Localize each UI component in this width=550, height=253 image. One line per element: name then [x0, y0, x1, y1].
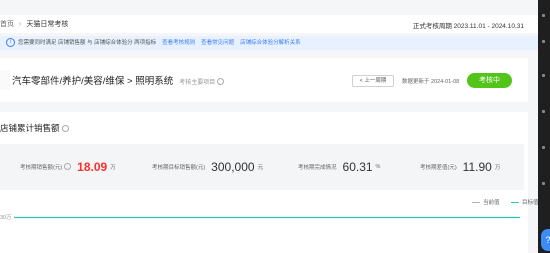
info-icon: i [6, 38, 15, 48]
breadcrumb: 首页 › 天猫日常考核 [0, 19, 68, 29]
assessment-period: 正式考核周期 2023.11.01 - 2024.10.31 [413, 20, 524, 30]
section-title-text: 店铺累计销售额 [0, 123, 60, 133]
metric-target: 考核期目标销售额(元) 300,000 元 [152, 158, 263, 176]
side-scrollbar [538, 0, 550, 253]
metric-difference: 考核期差值(元) 11.90 万 [420, 158, 500, 176]
metric-value: 60.31 [342, 159, 373, 174]
notice-link-rules[interactable]: 查看考核规则 [162, 40, 195, 46]
metric-value: 11.90 [462, 159, 492, 174]
section-title: 店铺累计销售额 [0, 122, 69, 134]
period-range: 2023.11.01 - 2024.10.31 [453, 23, 524, 30]
status-badge[interactable]: 考核中 [467, 73, 512, 88]
metric-label: 考核期销售额(元) [20, 164, 63, 171]
metric-value: 18.09 [77, 159, 108, 174]
sales-section: 店铺累计销售额 考核期销售额(元) 18.09 万 考核期目标销售额(元) 300,0… [0, 112, 539, 253]
metric-value: 300,000 [211, 159, 255, 174]
breadcrumb-home[interactable]: 首页 [0, 21, 14, 28]
legend-swatch [472, 201, 480, 204]
updated-date: 2024-01-08 [431, 79, 460, 85]
metric-label: 考核期完成情况 [298, 164, 337, 171]
previous-period-button[interactable]: < 上一周期 [352, 75, 394, 87]
question-icon[interactable] [64, 163, 72, 171]
breadcrumb-bar: 首页 › 天猫日常考核 正式考核周期 2023.11.01 - 2024.10.31 [0, 15, 538, 33]
data-updated: 数据更新于 2024-01-08 [402, 77, 459, 85]
metric-unit: 万 [110, 164, 116, 171]
category-header-card: 汽车零部件/养护/美容/维保 > 照明系统 考核主要项目 < 上一周期 数据更新于… [0, 58, 528, 102]
notice-text: 您需要同时满足 店铺销售额 与 店铺综合体验分 两项指标 [18, 40, 157, 46]
metric-unit: 万 [494, 164, 501, 171]
updated-label: 数据更新于 [402, 79, 430, 85]
category-path: 汽车零部件/养护/美容/维保 > 照明系统 [12, 76, 174, 87]
metric-sales: 考核期销售额(元) 18.09 万 [20, 158, 116, 176]
legend-swatch [511, 201, 520, 204]
question-icon[interactable] [217, 77, 225, 85]
chevron-right-icon: › [19, 21, 22, 28]
metric-unit: 元 [257, 164, 264, 171]
metric-label: 考核期目标销售额(元) [152, 164, 206, 171]
category-title: 汽车零部件/养护/美容/维保 > 照明系统 考核主要项目 [12, 73, 225, 87]
chart-legend: 当前值 目标值 [462, 198, 539, 206]
breadcrumb-current: 天猫日常考核 [26, 21, 69, 28]
metric-unit: % [375, 163, 381, 170]
notice-link-experience[interactable]: 店铺综合体验分解析关系 [240, 40, 301, 46]
sales-line-chart: 30万 [0, 214, 520, 221]
notice-link-faq[interactable]: 查看常见问题 [201, 40, 234, 46]
notice-banner: i 您需要同时满足 店铺销售额 与 店铺综合体验分 两项指标 查看考核规则 查看常见问… [0, 36, 538, 50]
metric-label: 考核期差值(元) [420, 164, 457, 171]
metric-completion: 考核期完成情况 60.31% [298, 158, 380, 176]
app-page: 首页 › 天猫日常考核 正式考核周期 2023.11.01 - 2024.10.31… [0, 0, 539, 253]
category-tip: 考核主要项目 [179, 80, 216, 86]
y-tick-label: 30万 [0, 214, 12, 221]
question-icon[interactable] [61, 125, 69, 133]
metrics-panel: 考核期销售额(元) 18.09 万 考核期目标销售额(元) 300,000 元 考核期完… [0, 144, 524, 190]
help-float-button[interactable]: ? [541, 229, 550, 251]
period-label: 正式考核周期 [412, 23, 452, 30]
